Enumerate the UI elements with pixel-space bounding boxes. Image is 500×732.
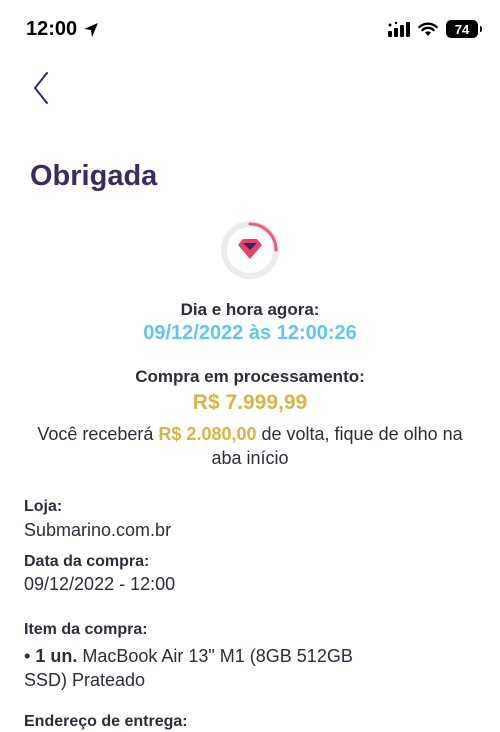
purchase-date-value: 09/12/2022 - 12:00 <box>24 574 176 594</box>
item-label: Item da compra: <box>24 621 148 638</box>
purchase-amount: R$ 7.999,99 <box>192 391 308 414</box>
status-time: 12:00 <box>26 18 78 40</box>
cashback-amount: R$ 2.080,00 <box>158 424 257 444</box>
cashback-message: Você receberá R$ 2.080,00 de volta, fiqu… <box>0 422 500 470</box>
location-arrow-icon <box>84 22 99 37</box>
purchase-status-label: Compra em processamento: <box>135 367 365 386</box>
timestamp-label: Dia e hora agora: <box>180 300 320 319</box>
item-quantity: 1 un. <box>35 646 78 666</box>
battery-indicator: 74 <box>446 20 482 38</box>
status-indicators: 74 <box>388 20 482 38</box>
heart-loader-icon <box>221 221 279 279</box>
cashback-prefix: Você receberá <box>37 424 159 444</box>
status-time-group: 12:00 <box>26 18 99 41</box>
purchase-date-label: Data da compra: <box>24 553 150 570</box>
address-label: Endereço de entrega: <box>24 713 188 730</box>
store-value: Submarino.com.br <box>24 520 172 540</box>
store-label: Loja: <box>24 498 63 515</box>
chevron-left-icon <box>34 72 48 104</box>
wifi-icon <box>418 22 438 36</box>
item-value: • 1 un. MacBook Air 13" M1 (8GB 512GB SS… <box>24 644 394 692</box>
status-bar: 12:00 74 <box>0 0 500 58</box>
timestamp-value: 09/12/2022 às 12:00:26 <box>143 322 357 344</box>
item-bullet: • <box>24 646 36 666</box>
signal-icon <box>388 21 410 37</box>
battery-level: 74 <box>454 21 470 37</box>
page-title: Obrigada <box>30 160 158 192</box>
back-button[interactable] <box>32 68 62 108</box>
